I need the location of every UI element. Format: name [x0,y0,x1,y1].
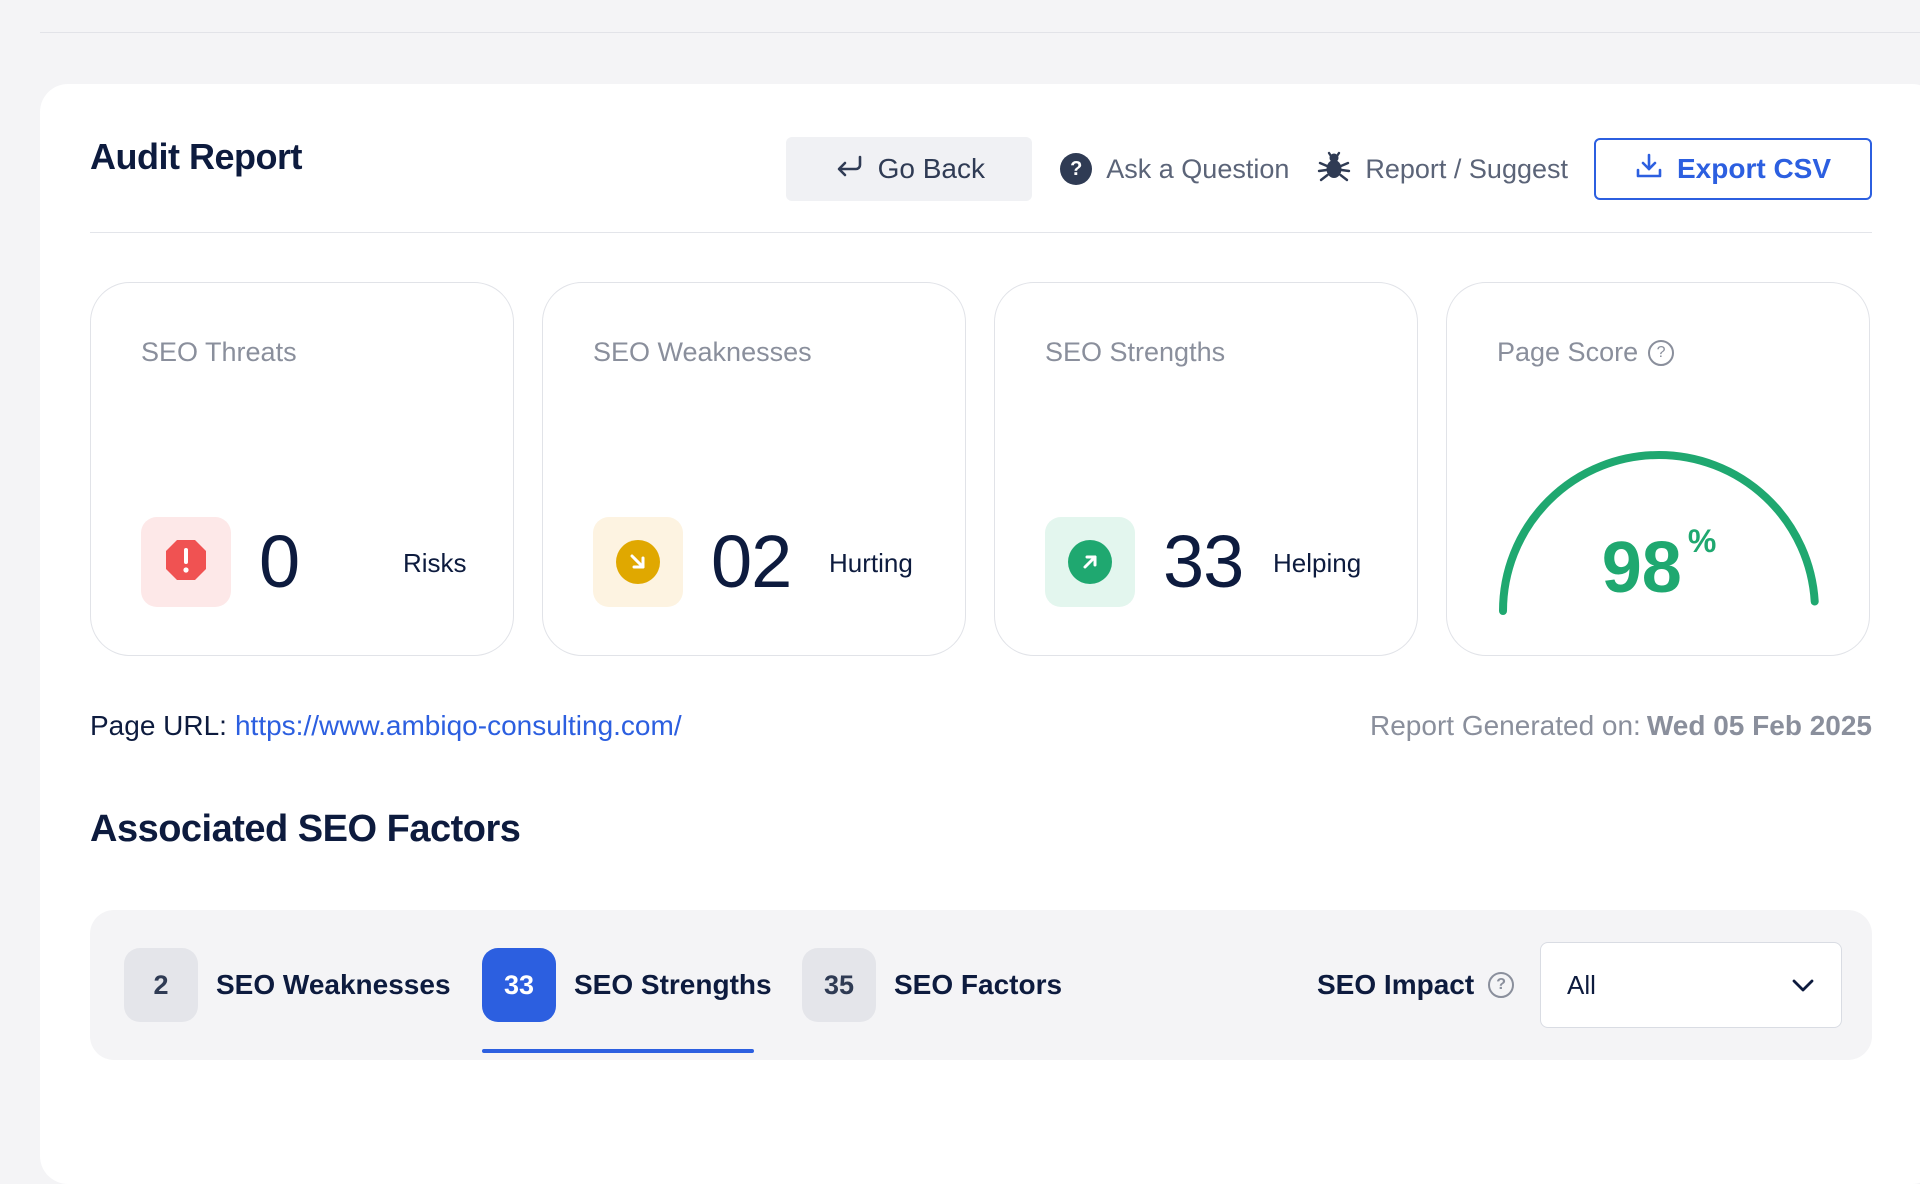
score-number: 98 [1601,528,1682,608]
report-suggest-link[interactable]: Report / Suggest [1317,149,1568,190]
tab-count: 35 [802,948,876,1022]
question-icon: ? [1060,153,1093,185]
seo-factors-tabs: 2 SEO Weaknesses 33 SEO Strengths 35 SEO… [90,910,1872,1060]
page-score-label-row: Page Score ? [1497,337,1675,368]
arrow-up-right-icon [1068,540,1112,584]
threats-icon-tile [141,517,231,607]
tab-label: SEO Strengths [574,969,772,1000]
page-url-link[interactable]: https://www.ambiqo-consulting.com/ [235,710,682,741]
strengths-icon-tile [1045,517,1135,607]
report-suggest-label: Report / Suggest [1365,153,1568,184]
seo-strengths-label: SEO Strengths [1045,337,1226,367]
tab-label: SEO Weaknesses [216,969,451,1000]
report-generated-label: Report Generated on: [1370,710,1641,741]
percent-sign: % [1687,523,1717,559]
top-divider [40,32,1920,33]
help-icon[interactable]: ? [1648,339,1675,366]
hurting-label: Hurting [829,548,913,578]
report-generated: Report Generated on: Wed 05 Feb 2025 [1370,710,1872,742]
export-csv-label: Export CSV [1676,153,1832,184]
tab-count: 33 [482,948,556,1022]
seo-weaknesses-label: SEO Weaknesses [593,337,812,367]
ask-question-link[interactable]: ? Ask a Question [1060,153,1289,185]
page-score-value: 98% [1447,523,1871,609]
tab-label: SEO Factors [894,969,1063,1000]
helping-label: Helping [1273,548,1362,578]
threats-count: 0 [259,520,300,603]
report-generated-date: Wed 05 Feb 2025 [1646,710,1872,741]
help-icon[interactable]: ? [1488,972,1515,998]
report-meta: Page URL: https://www.ambiqo-consulting.c… [90,710,1872,742]
export-csv-button[interactable]: Export CSV [1594,138,1872,200]
download-icon [1635,152,1663,187]
active-tab-indicator [482,1049,754,1053]
page-url-row: Page URL: https://www.ambiqo-consulting.c… [90,710,682,742]
tab-seo-weaknesses[interactable]: 2 SEO Weaknesses [124,948,451,1022]
chevron-down-icon [1791,970,1815,1001]
associated-seo-factors-title: Associated SEO Factors [90,808,521,850]
go-back-label: Go Back [877,153,985,184]
weaknesses-icon-tile [593,517,683,607]
seo-strengths-card: SEO Strengths 33 Helping [994,282,1418,656]
tab-seo-factors[interactable]: 35 SEO Factors [802,948,1062,1022]
return-arrow-icon [834,153,864,186]
audit-report-panel: Audit Report Go Back ? Ask a Question Re… [40,84,1920,1184]
seo-impact-value: All [1567,969,1596,1000]
seo-impact-label: SEO Impact [1317,969,1475,1000]
tab-seo-strengths[interactable]: 33 SEO Strengths [482,948,772,1022]
report-header: Audit Report Go Back ? Ask a Question Re… [90,84,1872,233]
bug-icon [1317,149,1351,190]
page-score-label: Page Score [1497,337,1639,367]
ask-question-label: Ask a Question [1106,153,1290,184]
seo-weaknesses-card: SEO Weaknesses 02 Hurting [542,282,966,656]
risks-label: Risks [403,548,467,578]
seo-impact-select[interactable]: All [1540,942,1842,1028]
arrow-down-right-icon [616,540,660,584]
page-title: Audit Report [90,136,302,177]
go-back-button[interactable]: Go Back [786,137,1033,201]
page-url-label: Page URL: [90,710,227,741]
page-score-card: Page Score ? 98% [1446,282,1870,656]
strengths-count: 33 [1163,520,1244,603]
tab-count: 2 [124,948,198,1022]
alert-icon [164,538,208,587]
seo-impact-label-row: SEO Impact ? [1317,948,1515,1022]
seo-threats-label: SEO Threats [141,337,297,367]
seo-threats-card: SEO Threats 0 Risks [90,282,514,656]
header-actions: Go Back ? Ask a Question Report / Sugges… [786,137,1872,201]
weaknesses-count: 02 [711,520,792,603]
